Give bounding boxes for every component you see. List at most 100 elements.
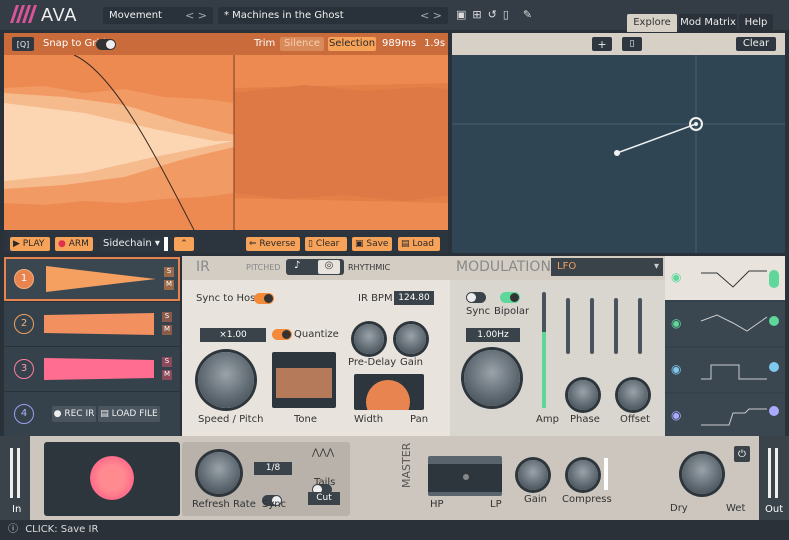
mod-sync-toggle[interactable] xyxy=(466,292,486,303)
shape-slider-2[interactable] xyxy=(590,298,594,354)
track-3-mute-button[interactable]: M xyxy=(162,370,172,380)
lfo-3-indicator[interactable] xyxy=(769,362,779,372)
zoom-icon[interactable]: [Q] xyxy=(12,37,34,51)
preset-category-select[interactable]: Movement < > xyxy=(103,7,213,24)
shape-slider-1[interactable] xyxy=(566,298,570,354)
sidechain-select[interactable]: Sidechain ▾ xyxy=(100,237,162,251)
snap-to-grid-toggle[interactable] xyxy=(96,39,116,50)
wet-label: Wet xyxy=(726,503,746,514)
track-2-solo-button[interactable]: S xyxy=(162,312,172,322)
quantize-toggle[interactable] xyxy=(272,329,292,340)
track-1-solo-button[interactable]: S xyxy=(164,267,174,277)
pitch-mode-toggle[interactable]: ♪ ◎ xyxy=(286,259,344,275)
xy-clear-button[interactable]: Clear xyxy=(736,37,776,51)
pan-label: Pan xyxy=(410,414,429,425)
prev-next-preset-icon[interactable]: < > xyxy=(420,7,442,24)
trim-time-s: 1.9s xyxy=(424,38,446,49)
visualizer-blob xyxy=(90,456,134,500)
lp-label: LP xyxy=(490,499,502,510)
load-button[interactable]: ▤ Load xyxy=(398,237,440,251)
width-pan-display[interactable] xyxy=(354,374,424,410)
cut-button[interactable]: Cut xyxy=(308,492,340,505)
shape-slider-3[interactable] xyxy=(614,298,618,354)
load-label: Load xyxy=(412,239,434,249)
new-preset-icon[interactable]: ⊞ xyxy=(472,8,481,22)
output-meter-left xyxy=(768,448,771,498)
mod-sync-label: Sync xyxy=(466,306,491,317)
master-gain-knob[interactable] xyxy=(518,460,548,490)
save-button[interactable]: ▣ Save xyxy=(352,237,392,251)
gain-knob[interactable] xyxy=(396,324,426,354)
track-1[interactable]: 1 S M xyxy=(4,257,180,301)
trim-selection-button[interactable]: Selection xyxy=(328,37,376,51)
shape-slider-4[interactable] xyxy=(638,298,642,354)
visualizer xyxy=(44,442,180,516)
lfo-icon: ◉ xyxy=(671,362,682,376)
svg-text:AVA: AVA xyxy=(41,5,77,25)
speed-pitch-knob[interactable] xyxy=(198,352,254,408)
mod-source-select[interactable]: LFO ▾ xyxy=(551,258,663,276)
clear-button[interactable]: ▯ Clear xyxy=(305,237,347,251)
filter-handle[interactable] xyxy=(463,474,469,480)
division-value[interactable]: 1/8 xyxy=(254,462,292,475)
track-2-waveform xyxy=(44,313,154,335)
lfo-1-indicator[interactable] xyxy=(769,270,779,288)
delete-point-icon[interactable]: ▯ xyxy=(622,37,642,51)
lfo-slot-4[interactable]: ◉ xyxy=(665,394,785,436)
rec-ir-button[interactable]: ● REC IR xyxy=(52,406,96,422)
compress-knob[interactable] xyxy=(568,460,598,490)
save-preset-icon[interactable]: ▣ xyxy=(456,8,466,22)
speed-multiplier-value[interactable]: ×1.00 xyxy=(200,328,266,342)
bipolar-toggle[interactable] xyxy=(500,292,520,303)
amp-slider-track[interactable] xyxy=(542,292,546,408)
prev-next-category-icon[interactable]: < > xyxy=(185,7,207,24)
tab-mod-matrix[interactable]: Mod Matrix xyxy=(679,14,737,32)
load-file-button[interactable]: ▤ LOAD FILE xyxy=(98,406,160,422)
track-1-mute-button[interactable]: M xyxy=(164,280,174,290)
power-icon[interactable]: ⏻ xyxy=(734,446,750,462)
lfo-slot-1[interactable]: ◉ xyxy=(665,256,785,300)
record-dot-icon: ● xyxy=(58,239,66,249)
add-point-icon[interactable]: + xyxy=(592,37,612,51)
track-2[interactable]: 2 S M xyxy=(4,302,180,346)
track-3[interactable]: 3 S M xyxy=(4,347,180,391)
undo-icon[interactable]: ↺ xyxy=(488,8,497,22)
lfo-slot-2[interactable]: ◉ xyxy=(665,302,785,346)
delete-preset-icon[interactable]: ▯ xyxy=(503,8,509,22)
ir-title: IR xyxy=(196,259,210,275)
bipolar-label: Bipolar xyxy=(494,306,530,317)
pre-delay-knob[interactable] xyxy=(354,324,384,354)
mod-rate-knob[interactable] xyxy=(464,350,520,406)
track-2-mute-button[interactable]: M xyxy=(162,325,172,335)
track-3-solo-button[interactable]: S xyxy=(162,357,172,367)
play-button[interactable]: ▶ PLAY xyxy=(10,237,50,251)
tab-explore[interactable]: Explore xyxy=(627,14,677,32)
filter-display[interactable] xyxy=(428,456,502,496)
offset-knob[interactable] xyxy=(618,380,648,410)
settings-icon[interactable]: ✎ xyxy=(523,8,532,22)
refresh-rate-knob[interactable] xyxy=(198,452,240,494)
tab-help[interactable]: Help xyxy=(739,14,773,32)
tails-label: Tails xyxy=(314,477,336,488)
lfo-2-indicator[interactable] xyxy=(769,316,779,326)
lfo-4-indicator[interactable] xyxy=(769,406,779,416)
reverse-button[interactable]: ⇐ Reverse xyxy=(246,237,300,251)
arm-button[interactable]: ● ARM xyxy=(55,237,93,251)
ir-panel: IR PITCHED ♪ ◎ RHYTHMIC Sync to Host IR … xyxy=(182,256,450,436)
ir-bpm-value[interactable]: 124.80 xyxy=(394,291,434,305)
collapse-icon[interactable]: ⌃ xyxy=(174,237,194,251)
trim-time-ms: 989ms xyxy=(382,38,417,49)
dry-wet-knob[interactable] xyxy=(682,454,722,494)
mod-rate-value[interactable]: 1.00Hz xyxy=(466,328,520,342)
lfo-slot-3[interactable]: ◉ xyxy=(665,348,785,392)
compress-meter xyxy=(604,458,608,490)
trim-silence-button[interactable]: Silence xyxy=(280,37,324,51)
tone-display[interactable] xyxy=(272,352,336,408)
waveform-editor[interactable] xyxy=(4,33,448,253)
track-4[interactable]: 4 ● REC IR ▤ LOAD FILE xyxy=(4,392,180,436)
sync-to-host-toggle[interactable] xyxy=(254,293,274,304)
phase-knob[interactable] xyxy=(568,380,598,410)
preset-name-select[interactable]: * Machines in the Ghost < > xyxy=(218,7,448,24)
xy-pad[interactable]: + ▯ Clear xyxy=(452,33,785,253)
trim-label: Trim xyxy=(254,38,276,49)
